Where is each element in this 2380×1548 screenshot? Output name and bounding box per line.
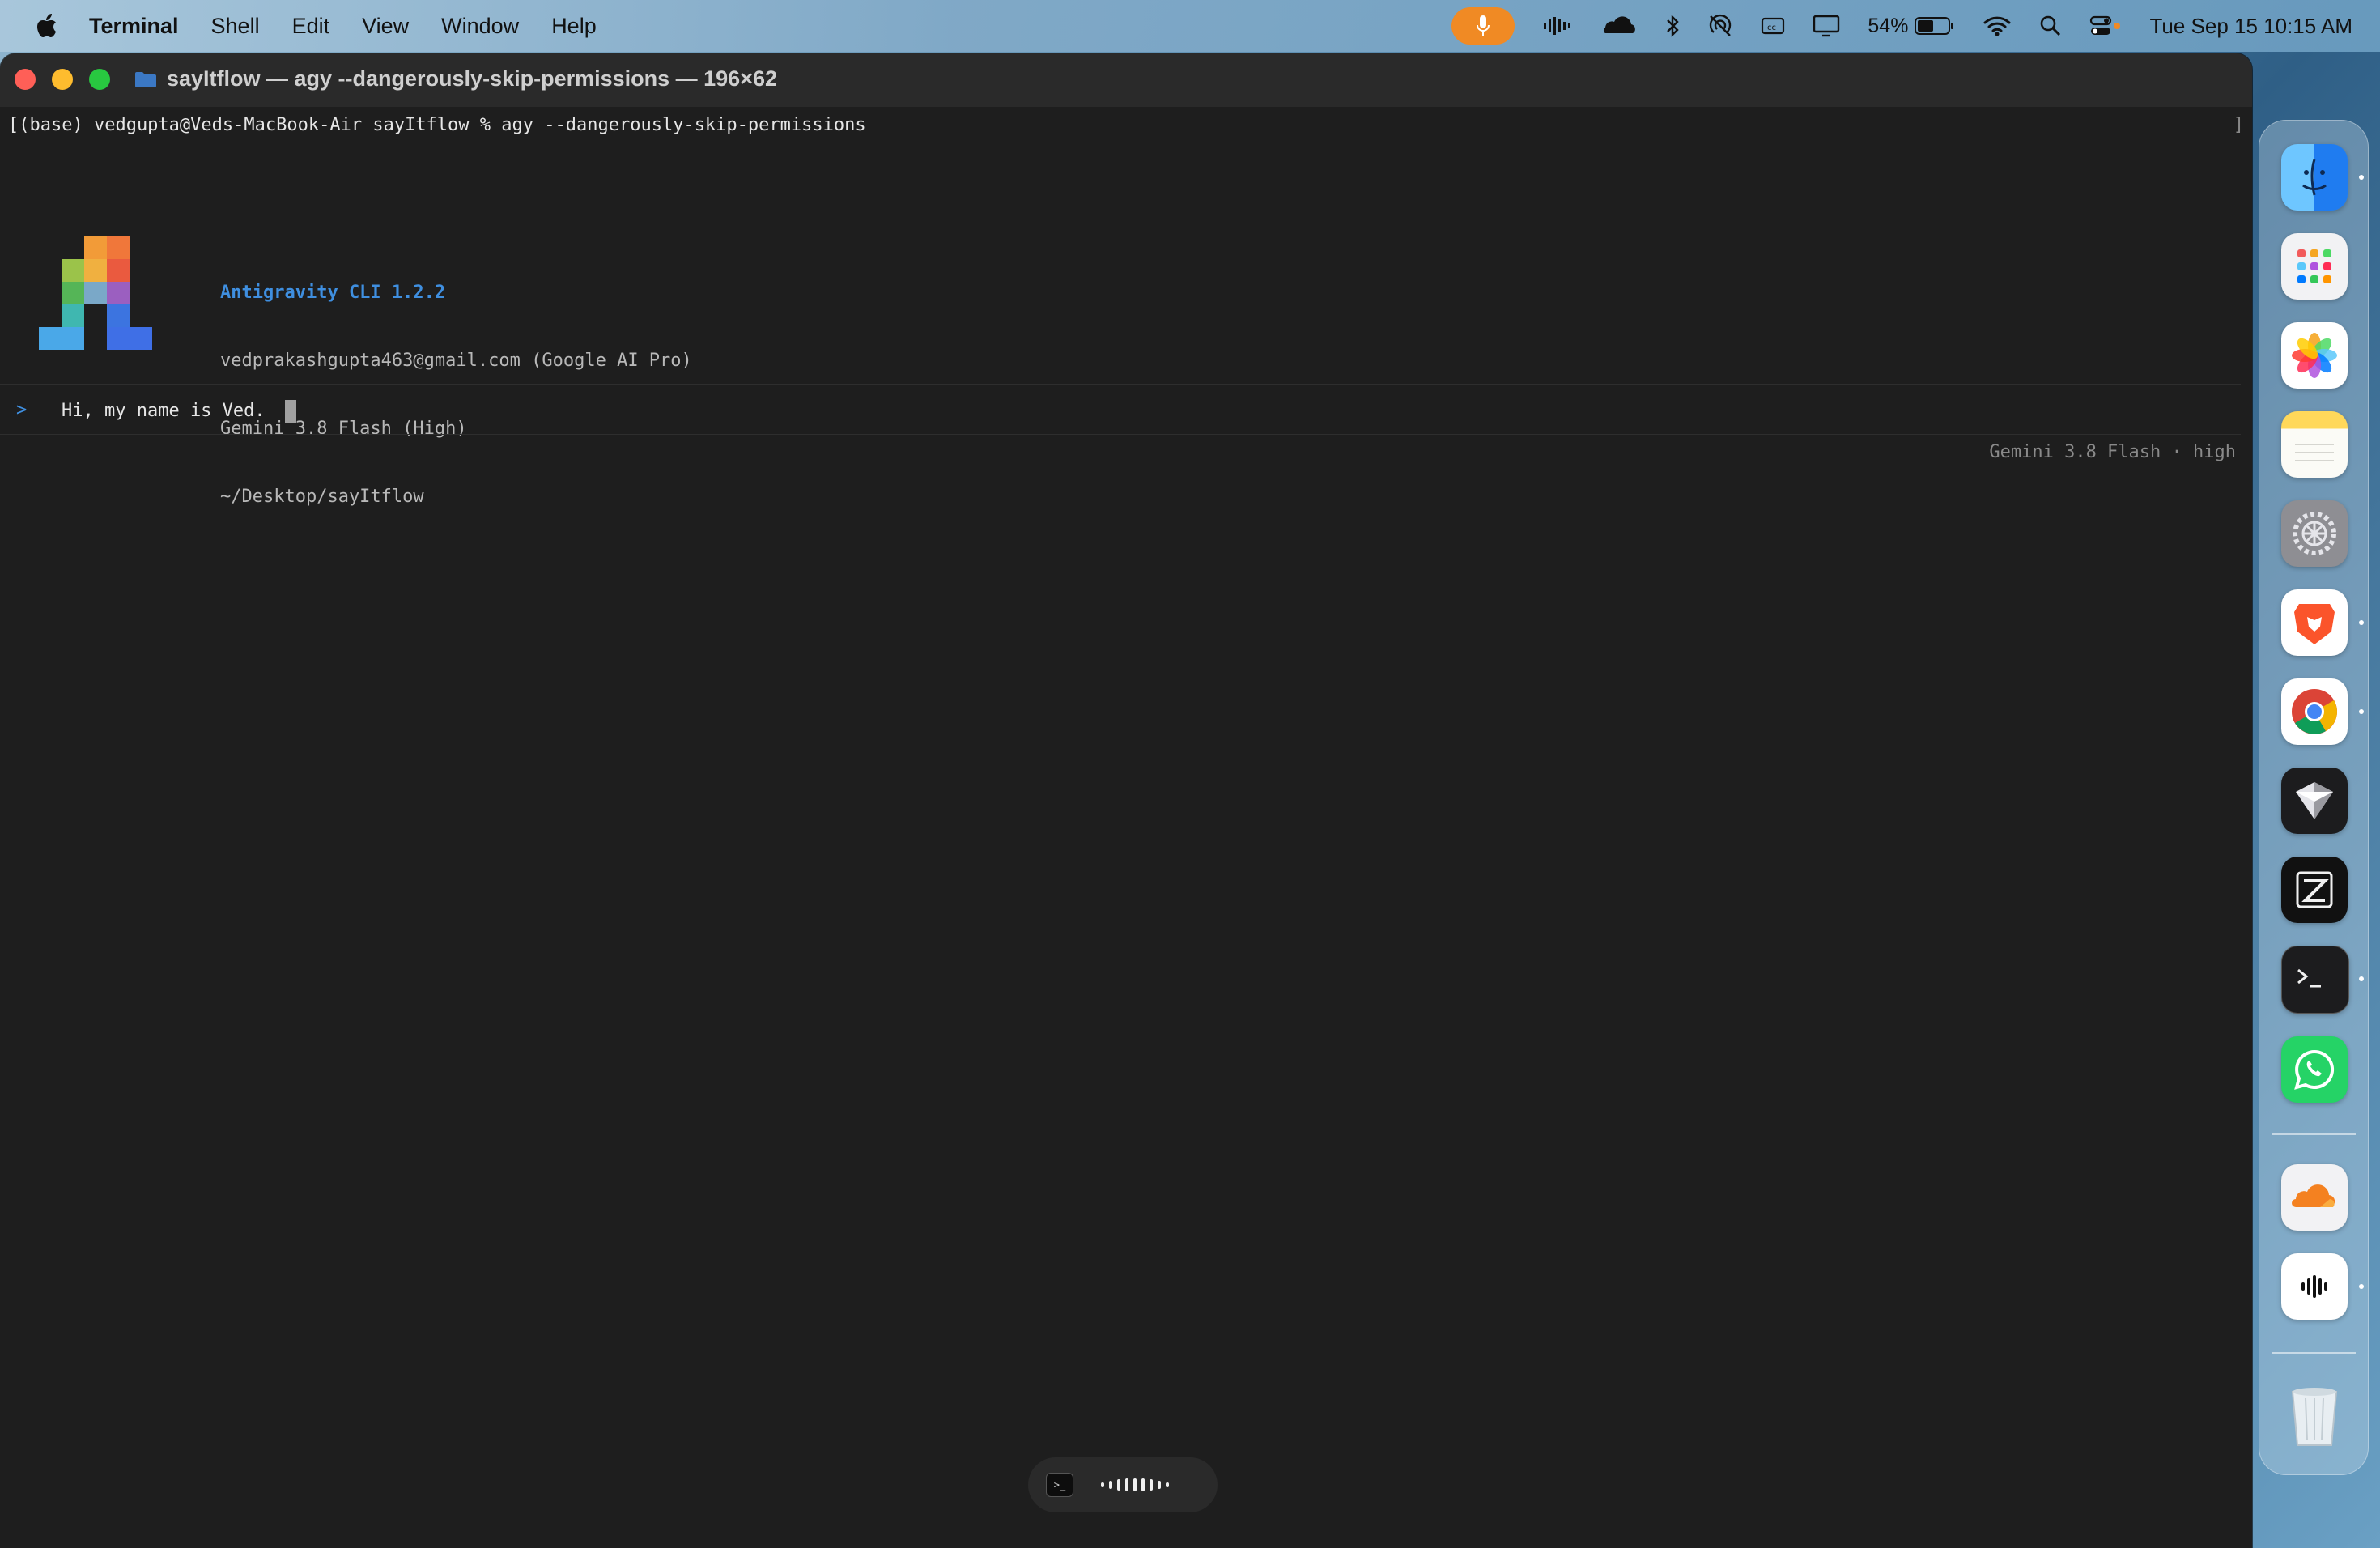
dock-separator [2272,1133,2356,1135]
audio-waveform-icon[interactable] [1542,16,1571,36]
terminal-app-icon[interactable] [2281,946,2349,1014]
dock [2259,120,2369,1475]
prompt-symbol: > [16,400,28,420]
cli-path: ~/Desktop/sayItflow [220,487,424,507]
audio-waveform-icon [1101,1478,1169,1491]
display-icon[interactable] [1813,15,1840,37]
perplexity-icon[interactable] [2281,768,2348,834]
photos-icon[interactable] [2281,322,2348,389]
finder-running-dot [2359,175,2364,180]
battery-status[interactable]: 54% [1868,15,1955,38]
brave-running-dot [2359,620,2364,625]
svg-text:cc: cc [1767,23,1776,32]
menu-bar-clock[interactable]: Tue Sep 15 10:15 AM [2149,14,2352,39]
cloudflare-warp-icon[interactable] [2281,1164,2348,1231]
menu-help[interactable]: Help [551,14,597,39]
command-line: [(base) vedgupta@Veds-MacBook-Air sayItf… [8,115,866,135]
caption-icon[interactable]: cc [1761,16,1785,36]
zed-editor-icon[interactable] [2281,857,2348,923]
control-center-icon[interactable] [2089,15,2122,37]
cli-account: vedprakashgupta463@gmail.com (Google AI … [220,351,692,371]
menu-window[interactable]: Window [441,14,519,39]
window-title-text: sayItflow — agy --dangerously-skip-permi… [167,66,777,91]
wifi-icon[interactable] [1983,15,2012,37]
terminal-window: sayItflow — agy --dangerously-skip-permi… [0,53,2252,1548]
cli-name: Antigravity CLI 1.2.2 [220,283,446,303]
chrome-icon[interactable] [2281,678,2348,745]
prompt-bottom-separator [0,434,2241,435]
microphone-in-use-indicator[interactable] [1451,7,1515,45]
voice-memos-icon[interactable] [2281,1253,2348,1320]
terminal-mini-icon: >_ [1046,1473,1073,1497]
notes-icon[interactable] [2281,411,2348,478]
cloudflare-icon[interactable] [1599,15,1638,36]
close-button[interactable] [15,69,36,90]
antigravity-logo [37,236,176,353]
battery-percent: 54% [1868,14,1909,37]
bluetooth-icon[interactable] [1665,14,1680,38]
menu-view[interactable]: View [362,14,409,39]
microphone-icon [1477,15,1490,36]
system-settings-icon[interactable] [2281,500,2348,567]
voice-memos-running-dot [2359,1284,2364,1289]
whatsapp-icon[interactable] [2281,1036,2348,1103]
launchpad-icon[interactable] [2281,233,2348,300]
menu-shell[interactable]: Shell [211,14,260,39]
chrome-running-dot [2359,709,2364,714]
text-cursor [284,400,296,423]
menu-edit[interactable]: Edit [292,14,330,39]
title-bar[interactable]: sayItflow — agy --dangerously-skip-permi… [0,53,2252,107]
prompt-input-row[interactable]: > Hi, my name is Ved. [0,384,2241,434]
prompt-input[interactable]: Hi, my name is Ved. [62,400,296,423]
minimize-button[interactable] [52,69,73,90]
airdrop-icon[interactable] [1707,13,1733,39]
line-bracket: ] [2233,115,2244,135]
menu-bar: Terminal Shell Edit View Window Help cc … [0,0,2380,52]
folder-icon [135,71,156,87]
dock-separator-trash [2272,1352,2356,1354]
model-status: Gemini 3.8 Flash · high [1989,442,2236,462]
finder-icon[interactable] [2281,144,2348,211]
menu-app-name[interactable]: Terminal [89,14,179,39]
terminal-running-dot [2359,976,2364,981]
terminal-content[interactable]: [(base) vedgupta@Veds-MacBook-Air sayItf… [0,107,2252,1548]
trash-icon[interactable] [2281,1383,2348,1449]
battery-icon [1915,17,1954,35]
zoom-button[interactable] [89,69,110,90]
brave-browser-icon[interactable] [2281,589,2348,656]
dictation-pill[interactable]: >_ [1028,1457,1218,1512]
window-title: sayItflow — agy --dangerously-skip-permi… [134,66,777,91]
search-icon[interactable] [2039,15,2062,37]
apple-icon[interactable] [23,14,71,38]
prompt-input-text: Hi, my name is Ved. [62,401,266,421]
